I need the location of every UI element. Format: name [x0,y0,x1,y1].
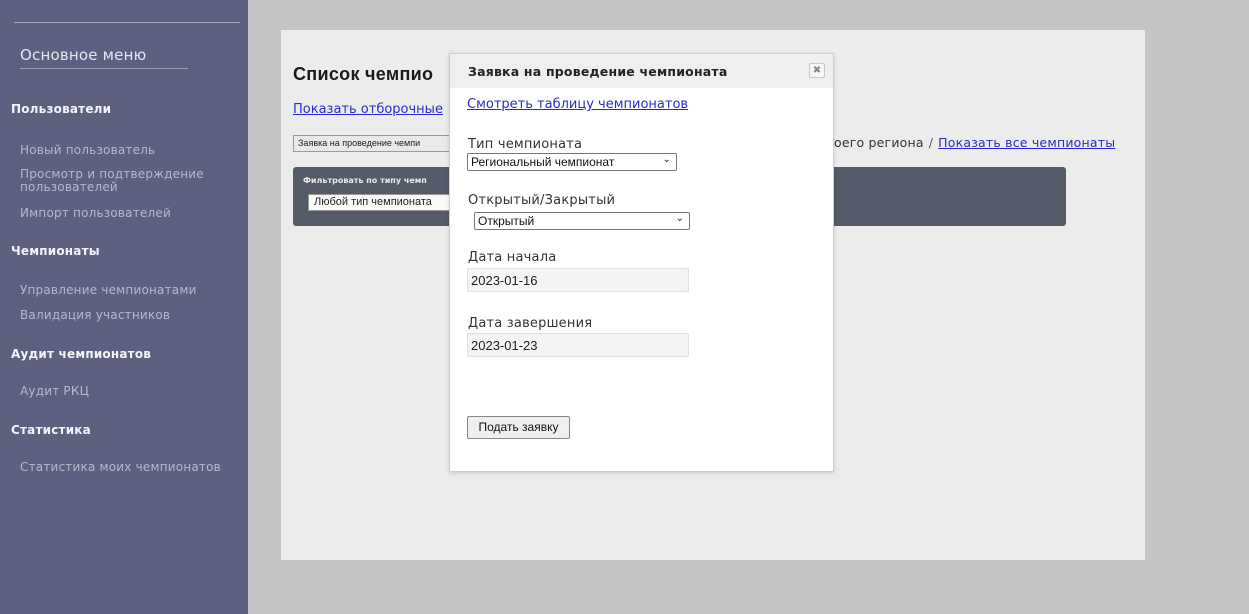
championship-type-value: Региональный чемпионат [471,155,615,169]
sidebar-item-label: пользователей [20,180,118,194]
modal-header: Заявка на проведение чемпионата ✖ [450,54,833,88]
separator: / [928,135,934,150]
region-filter-text: оего региона / Показать все чемпионаты [834,135,1115,150]
championship-type-select[interactable]: Региональный чемпионат ⌄ [467,153,677,171]
sidebar-section-audit: Аудит чемпионатов [11,347,152,361]
chevron-down-icon: ⌄ [662,154,671,165]
close-icon[interactable]: ✖ [809,63,825,78]
region-label: оего региона [834,135,924,150]
sidebar-divider [14,22,240,23]
sidebar-menu-title: Основное меню [20,46,147,64]
open-closed-label: Открытый/Закрытый [468,193,616,208]
sidebar-item-validate-participants[interactable]: Валидация участников [20,309,170,322]
filter-label: Фильтровать по типу чемп [303,176,427,185]
sidebar-item-new-user[interactable]: Новый пользователь [20,144,155,157]
chevron-down-icon: ⌄ [675,213,684,224]
sidebar-item-my-stats[interactable]: Статистика моих чемпионатов [20,461,221,474]
sidebar-item-import-users[interactable]: Импорт пользователей [20,207,171,220]
submit-request-button[interactable]: Подать заявку [467,416,570,439]
sidebar-item-view-confirm-users[interactable]: Просмотр и подтверждение пользователей [20,168,204,194]
sidebar: Основное меню Пользователи Новый пользов… [0,0,248,614]
start-date-label: Дата начала [468,250,557,265]
championship-request-modal: Заявка на проведение чемпионата ✖ Смотре… [449,53,834,472]
sidebar-item-manage-championships[interactable]: Управление чемпионатами [20,284,197,297]
open-closed-value: Открытый [478,214,535,228]
menu-title-underline [20,68,188,69]
sidebar-section-users: Пользователи [11,102,112,116]
end-date-label: Дата завершения [468,316,593,331]
sidebar-section-statistics: Статистика [11,423,91,437]
view-championships-table-link[interactable]: Смотреть таблицу чемпионатов [467,97,688,112]
championship-type-label: Тип чемпионата [468,137,583,152]
championship-request-button[interactable]: Заявка на проведение чемпи [293,135,453,152]
championship-type-filter-select[interactable]: Любой тип чемпионата [308,194,450,211]
open-closed-select[interactable]: Открытый ⌄ [474,212,690,230]
modal-title: Заявка на проведение чемпионата [468,64,728,79]
page-title: Список чемпио [293,64,434,84]
start-date-input[interactable]: 2023-01-16 [467,268,689,292]
sidebar-section-championships: Чемпионаты [11,244,100,258]
show-all-championships-link[interactable]: Показать все чемпионаты [938,135,1115,150]
show-qualifiers-link[interactable]: Показать отборочные [293,102,443,117]
sidebar-item-audit-rkc[interactable]: Аудит РКЦ [20,385,89,398]
end-date-input[interactable]: 2023-01-23 [467,333,689,357]
